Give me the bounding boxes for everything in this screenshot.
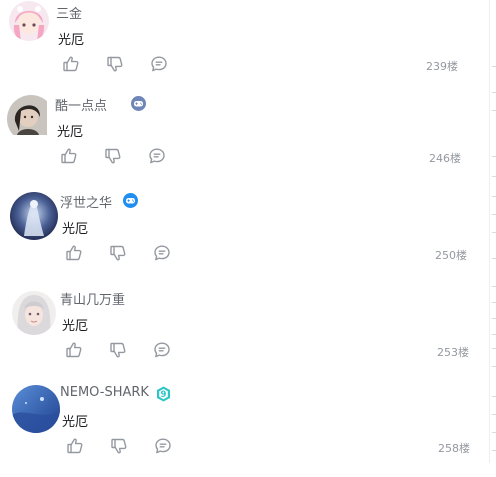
level-9-badge-icon: 99: [156, 386, 171, 402]
comment-item: 三金光厄 239楼: [9, 1, 490, 95]
like-icon: [65, 244, 83, 262]
blue-sky-avatar-icon: [12, 385, 60, 433]
reply-button[interactable]: [151, 339, 173, 361]
scroll-tick: [492, 214, 496, 215]
dislike-icon: [110, 437, 128, 455]
reply-icon: [148, 147, 166, 165]
scroll-tick: [492, 66, 496, 67]
like-button[interactable]: [63, 339, 85, 361]
scroll-rail[interactable]: [489, 0, 496, 463]
scroll-tick: [492, 196, 496, 197]
reply-icon: [153, 244, 171, 262]
floor-number: 253楼: [437, 346, 469, 359]
gamepad-badge-icon: [123, 193, 138, 208]
like-button[interactable]: [58, 145, 80, 167]
dislike-button[interactable]: [102, 145, 124, 167]
like-icon: [66, 437, 84, 455]
scroll-tick: [492, 334, 496, 335]
like-icon: [65, 341, 83, 359]
username[interactable]: NEMO-SHARK: [60, 385, 149, 400]
comment-text: 光厄: [62, 319, 89, 334]
pink-hair-anime-avatar-icon: [9, 1, 49, 41]
like-button[interactable]: [63, 242, 85, 264]
like-button[interactable]: [64, 435, 86, 457]
scroll-tick: [492, 302, 496, 303]
floor-number: 246楼: [429, 152, 461, 165]
comment-item: 浮世之华光厄 250楼: [10, 192, 490, 284]
dislike-icon: [104, 147, 122, 165]
comment-text: 光厄: [62, 222, 89, 237]
reply-icon: [154, 437, 172, 455]
comment-item: 青山几万重光厄 253楼: [12, 289, 490, 381]
svg-text:9: 9: [161, 390, 167, 400]
username[interactable]: 青山几万重: [60, 289, 125, 308]
comment-text: 光厄: [62, 415, 89, 430]
avatar[interactable]: [12, 291, 56, 335]
scroll-tick: [492, 414, 496, 415]
scroll-tick: [492, 318, 496, 319]
like-icon: [62, 55, 80, 73]
dislike-button[interactable]: [108, 435, 130, 457]
floor-number: 239楼: [426, 60, 458, 73]
username[interactable]: 酷一点点: [55, 95, 107, 114]
comment-text: 光厄: [57, 125, 84, 140]
reply-button[interactable]: [152, 435, 174, 457]
dislike-icon: [106, 55, 124, 73]
avatar[interactable]: [7, 95, 55, 143]
scroll-tick: [492, 176, 496, 177]
reply-button[interactable]: [146, 145, 168, 167]
dislike-icon: [109, 341, 127, 359]
scroll-tick: [492, 286, 496, 287]
scroll-tick: [492, 110, 496, 111]
floor-number: 250楼: [435, 249, 467, 262]
like-button[interactable]: [60, 53, 82, 75]
dislike-button[interactable]: [104, 53, 126, 75]
scroll-rail-line: [489, 0, 490, 463]
reply-button[interactable]: [148, 53, 170, 75]
avatar[interactable]: [9, 1, 49, 41]
silver-hair-avatar-icon: [12, 291, 56, 335]
reply-icon: [150, 55, 168, 73]
comment-item: 酷一点点光厄 246楼: [7, 95, 490, 187]
scroll-tick: [492, 396, 496, 397]
comment-feed: 三金 光厄 239楼 酷一点点 光厄 246楼 浮世之华 光厄 250楼 青山几万重 光厄 253楼 N…: [0, 0, 496, 463]
dislike-icon: [109, 244, 127, 262]
dark-hair-avatar-icon: [7, 95, 55, 135]
username[interactable]: 浮世之华: [60, 192, 112, 211]
username[interactable]: 三金: [56, 3, 82, 22]
reply-icon: [153, 341, 171, 359]
scroll-tick: [492, 156, 496, 157]
scroll-tick: [492, 450, 496, 451]
gamepad-badge-icon: [131, 96, 146, 111]
scroll-tick: [492, 232, 496, 233]
scroll-tick: [492, 92, 496, 93]
dislike-button[interactable]: [107, 242, 129, 264]
comment-text: 光厄: [58, 33, 85, 48]
reply-button[interactable]: [151, 242, 173, 264]
avatar[interactable]: [12, 385, 60, 433]
comment-item: NEMO-SHARK 99 光厄 258楼: [12, 385, 490, 477]
blue-fantasy-avatar-icon: [10, 192, 58, 240]
floor-number: 258楼: [438, 442, 470, 455]
scroll-tick: [492, 366, 496, 367]
avatar[interactable]: [10, 192, 58, 240]
dislike-button[interactable]: [107, 339, 129, 361]
scroll-tick: [492, 432, 496, 433]
scroll-tick: [492, 348, 496, 349]
scroll-tick: [492, 258, 496, 259]
like-icon: [60, 147, 78, 165]
